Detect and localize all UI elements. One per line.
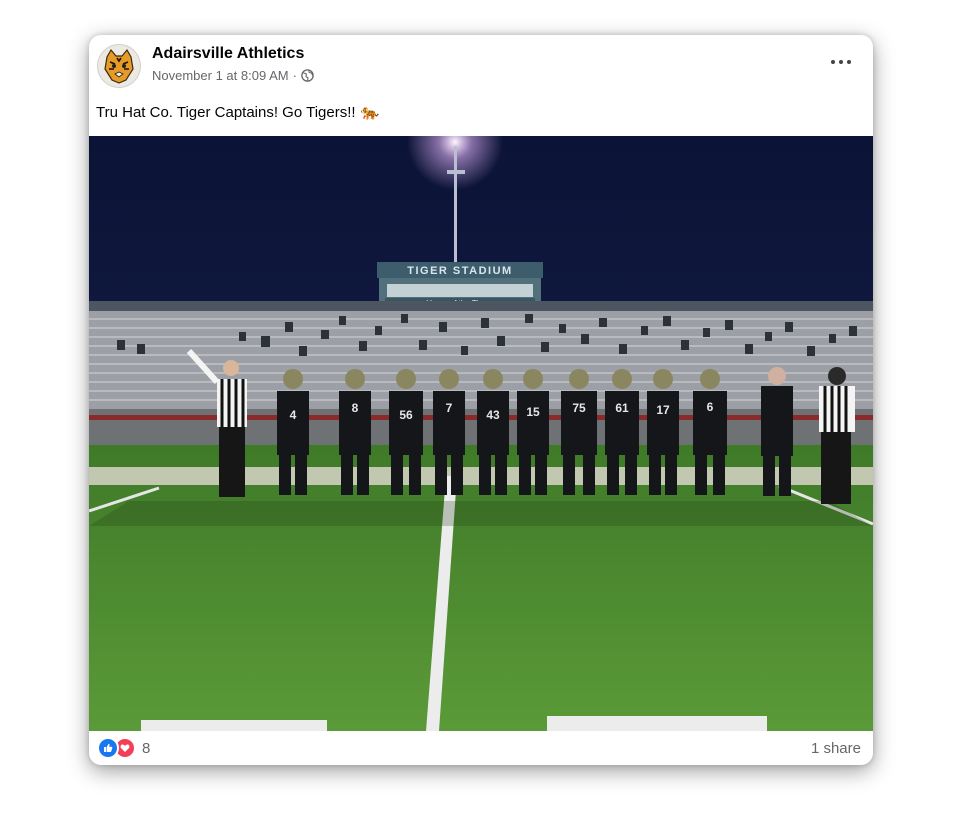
tiger-logo-icon bbox=[104, 48, 134, 84]
reactions-summary[interactable]: 8 bbox=[97, 737, 150, 759]
post-meta: November 1 at 8:09 AM · bbox=[152, 68, 314, 83]
jersey-number: 17 bbox=[656, 403, 670, 417]
globe-icon bbox=[301, 69, 314, 82]
jersey-number: 8 bbox=[352, 401, 359, 415]
jersey-number: 43 bbox=[486, 408, 500, 422]
meta-separator: · bbox=[292, 68, 297, 83]
jersey-number: 15 bbox=[526, 405, 540, 419]
stadium-photo: TIGER STADIUM Home of the Tigers bbox=[89, 136, 873, 731]
post-card: Adairsville Athletics November 1 at 8:09… bbox=[89, 35, 873, 765]
page-name-link[interactable]: Adairsville Athletics bbox=[152, 45, 304, 63]
jersey-number: 61 bbox=[615, 401, 629, 415]
page-avatar[interactable] bbox=[97, 44, 141, 88]
post-timestamp[interactable]: November 1 at 8:09 AM bbox=[152, 68, 289, 83]
tiger-emoji: 🐅 bbox=[360, 104, 380, 121]
more-options-icon bbox=[831, 60, 835, 64]
jersey-number: 75 bbox=[572, 401, 586, 415]
share-count-link[interactable]: 1 share bbox=[811, 740, 861, 757]
caption-text: Tru Hat Co. Tiger Captains! Go Tigers!! bbox=[96, 103, 356, 121]
stadium-sign: TIGER STADIUM bbox=[407, 265, 512, 277]
jersey-number: 56 bbox=[399, 408, 413, 422]
more-dot bbox=[847, 60, 851, 64]
more-dot bbox=[839, 60, 843, 64]
jersey-number: 6 bbox=[707, 400, 714, 414]
reaction-count: 8 bbox=[142, 739, 151, 757]
jersey-number: 4 bbox=[290, 408, 297, 422]
referee-right bbox=[819, 367, 855, 504]
post-footer: 8 1 share bbox=[89, 731, 873, 765]
jersey-number: 7 bbox=[446, 401, 453, 415]
post-caption: Tru Hat Co. Tiger Captains! Go Tigers!! … bbox=[96, 103, 380, 122]
like-icon bbox=[97, 737, 119, 759]
more-options-button[interactable] bbox=[829, 51, 853, 71]
post-photo[interactable]: TIGER STADIUM Home of the Tigers bbox=[89, 136, 873, 731]
